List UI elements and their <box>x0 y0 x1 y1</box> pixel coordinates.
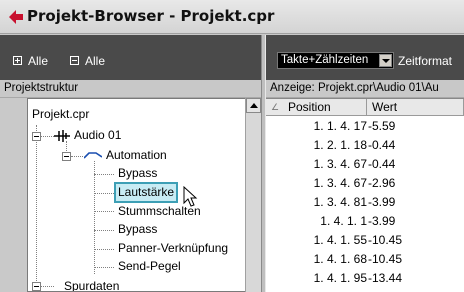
automation-icon <box>84 152 102 159</box>
plus-box-icon <box>13 56 22 65</box>
window-title: Projekt-Browser - Projekt.cpr <box>27 7 275 25</box>
collapse-toggle-icon[interactable] <box>62 152 71 161</box>
cell-value[interactable]: -10.45 <box>368 251 402 268</box>
tree-line <box>94 193 114 194</box>
table-row[interactable]: 1. 3. 4. 67 -2.96 <box>266 175 464 192</box>
cell-position[interactable]: 1. 4. 1. 55 <box>266 232 367 249</box>
tree-item-project[interactable]: Projekt.cpr <box>32 106 89 123</box>
tree-line <box>94 267 114 268</box>
expand-all-label: Alle <box>28 54 49 68</box>
tree-line <box>94 161 95 274</box>
time-format-value: Takte+Zählzeiten <box>281 54 369 66</box>
column-header-position-label: Position <box>288 100 331 114</box>
cell-value[interactable]: -3.99 <box>368 213 395 230</box>
cell-value[interactable]: -5.59 <box>368 118 395 135</box>
column-header-value[interactable]: Wert <box>367 99 464 116</box>
cell-position[interactable]: 1. 3. 4. 81 <box>266 194 367 211</box>
cell-value[interactable]: -13.44 <box>368 270 402 287</box>
dropdown-arrow-icon[interactable] <box>379 54 392 67</box>
tree-item-automation[interactable]: Automation <box>106 147 167 164</box>
table-row[interactable]: 1. 2. 1. 18 -0.44 <box>266 137 464 154</box>
tree-item-bypass[interactable]: Bypass <box>118 165 157 182</box>
table-row[interactable]: 1. 1. 4. 17 -5.59 <box>266 118 464 135</box>
tree-line <box>36 125 37 291</box>
tree-line <box>94 211 114 212</box>
cell-value[interactable]: -10.45 <box>368 232 402 249</box>
cell-value[interactable]: -0.44 <box>368 156 395 173</box>
project-structure-header: Projektstruktur <box>0 80 261 98</box>
event-table: ∠ Position Wert 1. 1. 4. 17 -5.59 1. 2. 1.… <box>266 98 464 292</box>
cell-position[interactable]: 1. 3. 4. 67 <box>266 156 367 173</box>
cell-value[interactable]: -3.99 <box>368 194 395 211</box>
browser-app-icon <box>9 10 23 24</box>
tree-scrollbar[interactable] <box>245 98 261 292</box>
expand-toggle-icon[interactable] <box>32 282 41 291</box>
cell-position[interactable]: 1. 4. 1. 95 <box>266 270 367 287</box>
column-header-value-label: Wert <box>372 100 398 114</box>
cell-value[interactable]: -2.96 <box>368 175 395 192</box>
tree-item-volume[interactable]: Lautstärke <box>113 182 179 203</box>
tree-line <box>40 286 54 287</box>
title-bar: Projekt-Browser - Projekt.cpr <box>0 0 464 34</box>
cell-position[interactable]: 1. 3. 4. 67 <box>266 175 367 192</box>
cell-position[interactable]: 1. 1. 4. 17 <box>266 118 367 135</box>
table-row[interactable]: 1. 4. 1. 55 -10.45 <box>266 232 464 249</box>
table-row[interactable]: 1. 3. 4. 81 -3.99 <box>266 194 464 211</box>
tree-item-track-data[interactable]: Spurdaten <box>64 278 119 291</box>
tree-item-send-level[interactable]: Send-Pegel <box>118 258 181 275</box>
collapse-all-label: Alle <box>85 54 106 68</box>
tree-item-bypass-2[interactable]: Bypass <box>118 221 157 238</box>
toolbar: Alle Alle Takte+Zählzeiten Zeitformat <box>0 35 464 80</box>
collapse-all-button[interactable]: Alle <box>70 54 105 68</box>
table-row[interactable]: 1. 4. 1. 1 -3.99 <box>266 213 464 230</box>
expand-all-button[interactable]: Alle <box>13 54 48 68</box>
mouse-pointer-icon <box>183 186 198 207</box>
project-tree: Projekt.cpr Audio 01 Automation Bypass L… <box>27 98 245 292</box>
cell-value[interactable]: -0.44 <box>368 137 395 154</box>
scroll-up-arrow-icon[interactable] <box>246 98 261 113</box>
audio-track-icon <box>54 130 70 142</box>
collapse-toggle-icon[interactable] <box>32 132 41 141</box>
cell-position[interactable]: 1. 2. 1. 18 <box>266 137 367 154</box>
time-format-label: Zeitformat <box>398 54 453 68</box>
sort-indicator-icon: ∠ <box>271 102 280 112</box>
time-format-select[interactable]: Takte+Zählzeiten <box>277 52 394 69</box>
tree-line <box>94 174 114 175</box>
tree-line <box>94 249 114 250</box>
tree-line <box>71 156 83 157</box>
tree-item-panner-link[interactable]: Panner-Verknüpfung <box>118 240 228 257</box>
cell-position[interactable]: 1. 4. 1. 1 <box>266 213 367 230</box>
table-row[interactable]: 1. 3. 4. 67 -0.44 <box>266 156 464 173</box>
tree-line <box>40 136 54 137</box>
display-path-header: Anzeige: Projekt.cpr\Audio 01\Au <box>266 80 464 98</box>
column-header-position[interactable]: ∠ Position <box>266 99 367 116</box>
tree-item-audio-track[interactable]: Audio 01 <box>74 127 121 144</box>
cell-position[interactable]: 1. 4. 1. 68 <box>266 251 367 268</box>
tree-line <box>94 230 114 231</box>
table-row[interactable]: 1. 4. 1. 68 -10.45 <box>266 251 464 268</box>
table-row[interactable]: 1. 4. 1. 95 -13.44 <box>266 270 464 287</box>
minus-box-icon <box>70 56 79 65</box>
